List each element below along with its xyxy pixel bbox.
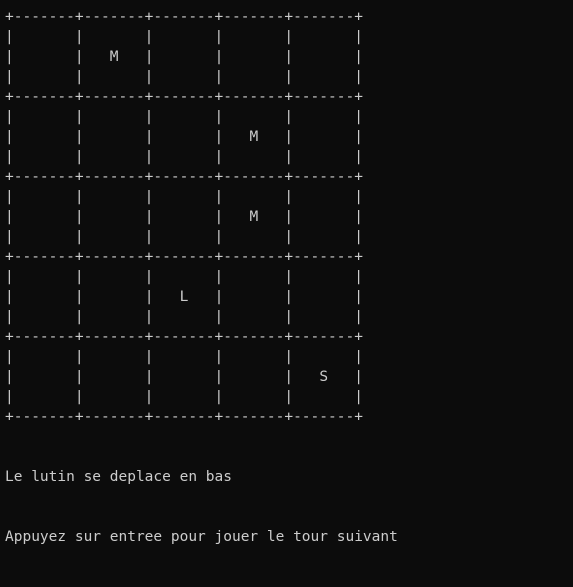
board-piece: M [109,49,119,65]
board-piece: M [249,129,259,145]
board-piece: S [319,369,329,385]
game-board: +-------+-------+-------+-------+-------… [5,9,363,425]
terminal-window: +-------+-------+-------+-------+-------… [0,0,573,545]
message-area: Le lutin se deplace en bas Appuyez sur e… [5,427,398,587]
move-message: Le lutin se deplace en bas [5,469,232,485]
prompt-message: Appuyez sur entree pour jouer le tour su… [5,529,398,545]
board-piece: L [179,289,189,305]
board-piece: M [249,209,259,225]
